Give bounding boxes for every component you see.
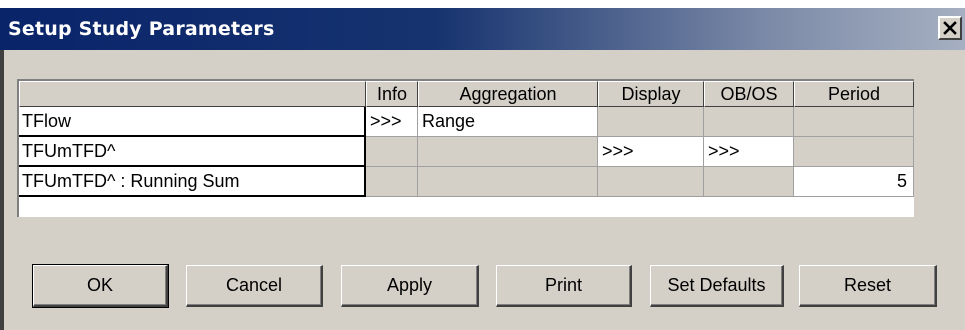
cell-info[interactable]: >>> [366,107,418,137]
title-bar[interactable]: Setup Study Parameters [0,8,965,50]
cell-period [794,137,914,167]
ok-button[interactable]: OK [32,264,169,308]
apply-button[interactable]: Apply [341,265,479,307]
cancel-button[interactable]: Cancel [186,265,323,307]
row-name-tflow[interactable]: TFlow [19,107,366,137]
cell-display[interactable]: >>> [598,137,704,167]
column-header-display: Display [598,81,704,107]
row-name-tfumtfd[interactable]: TFUmTFD^ [19,137,366,167]
column-header-name [19,81,366,107]
column-header-obos: OB/OS [704,81,794,107]
cell-obos [704,107,794,137]
row-name-tfumtfd-running-sum[interactable]: TFUmTFD^ : Running Sum [19,167,366,197]
cell-period-input[interactable]: 5 [794,167,914,197]
study-parameters-grid: Info Aggregation Display OB/OS Period TF… [17,79,914,217]
set-defaults-button[interactable]: Set Defaults [650,265,784,307]
cell-aggregation [418,167,598,197]
cell-obos [704,167,794,197]
cell-obos[interactable]: >>> [704,137,794,167]
cell-display [598,107,704,137]
close-button[interactable] [938,16,962,40]
reset-button[interactable]: Reset [799,265,937,307]
print-button[interactable]: Print [496,265,632,307]
column-header-period: Period [794,81,914,107]
cell-display [598,167,704,197]
cell-period [794,107,914,137]
dialog-title: Setup Study Parameters [8,18,275,40]
window-frame [0,50,4,330]
cell-aggregation [418,137,598,167]
column-header-aggregation: Aggregation [418,81,598,107]
setup-study-parameters-dialog: Setup Study Parameters Info Aggregation … [0,8,965,330]
cell-info [366,167,418,197]
close-icon [943,21,957,35]
cell-info [366,137,418,167]
column-header-info: Info [366,81,418,107]
cell-aggregation[interactable]: Range [418,107,598,137]
